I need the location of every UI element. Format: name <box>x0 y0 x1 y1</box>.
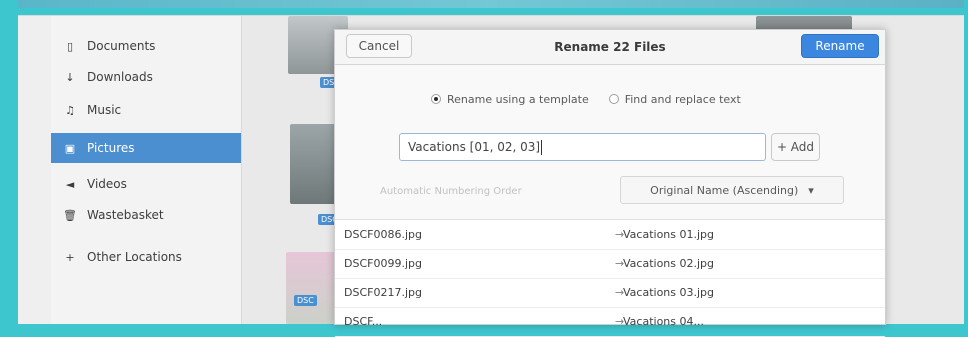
rename-button[interactable]: Rename <box>801 34 879 58</box>
sidebar-item-label: Wastebasket <box>87 208 164 222</box>
rename-preview-row[interactable]: DSCF0099.jpg → Vacations 02.jpg <box>335 249 885 279</box>
new-filename: Vacations 04... <box>623 315 704 328</box>
sidebar-item-label: Downloads <box>87 70 153 84</box>
chevron-down-icon: ▾ <box>808 183 814 197</box>
template-input[interactable]: Vacations [01, 02, 03] <box>399 133 766 161</box>
sidebar-item-pictures[interactable]: ▣ Pictures <box>51 133 241 163</box>
radio-selected-icon <box>431 94 441 104</box>
old-filename: DSCF0217.jpg <box>344 286 422 299</box>
radio-icon <box>608 94 619 104</box>
sidebar-item-documents[interactable]: ▯ Documents <box>51 31 241 61</box>
sidebar-item-wastebasket[interactable]: 🗑 Wastebasket <box>51 200 241 230</box>
rename-preview-row[interactable]: DSCF... → Vacations 04... <box>335 307 885 337</box>
sidebar-item-videos[interactable]: ◄ Videos <box>51 169 241 199</box>
download-icon: ↓ <box>65 70 75 84</box>
new-filename: Vacations 03.jpg <box>623 286 715 299</box>
replace-mode-option[interactable]: Find and replace text <box>608 92 741 106</box>
sidebar-item-music[interactable]: ♫ Music <box>51 95 241 125</box>
document-icon: ▯ <box>66 39 74 53</box>
old-filename: DSCF0099.jpg <box>344 257 422 270</box>
template-value: Vacations [01, 02, 03] <box>408 140 541 154</box>
thumbnail-caption: DSC <box>294 295 317 306</box>
add-token-button[interactable]: + Add <box>771 133 820 161</box>
sidebar-item-other-locations[interactable]: + Other Locations <box>51 242 241 272</box>
image-icon: ▣ <box>64 141 76 155</box>
old-filename: DSCF... <box>344 315 383 328</box>
rename-preview-row[interactable]: DSCF0217.jpg → Vacations 03.jpg <box>335 278 885 308</box>
new-filename: Vacations 02.jpg <box>623 257 715 270</box>
sidebar-item-label: Music <box>87 103 122 117</box>
plus-icon: + <box>65 250 75 264</box>
replace-mode-label: Find and replace text <box>624 92 741 106</box>
sidebar-item-label: Videos <box>87 177 127 191</box>
sidebar-item-label: Pictures <box>87 141 135 155</box>
sidebar-item-label: Other Locations <box>87 250 182 264</box>
sidebar-item-label: Documents <box>87 39 156 53</box>
text-cursor <box>541 139 543 155</box>
numbering-order-dropdown[interactable]: Original Name (Ascending) ▾ <box>620 176 844 204</box>
rename-preview-list: DSCF0086.jpg → Vacations 01.jpg DSCF0099… <box>335 220 885 337</box>
sort-order-value: Original Name (Ascending) <box>650 183 799 197</box>
new-filename: Vacations 01.jpg <box>623 228 715 241</box>
music-icon: ♫ <box>65 103 75 117</box>
template-mode-label: Rename using a template <box>447 92 589 106</box>
old-filename: DSCF0086.jpg <box>344 228 422 241</box>
rename-dialog: Cancel Rename 22 Files Rename Rename usi… <box>334 29 886 337</box>
sidebar: ▯ Documents ↓ Downloads ♫ Music ▣ Pictur… <box>51 16 242 324</box>
rename-preview-row[interactable]: DSCF0086.jpg → Vacations 01.jpg <box>335 220 885 250</box>
dialog-header: Cancel Rename 22 Files Rename <box>335 30 885 65</box>
video-icon: ◄ <box>65 177 75 191</box>
sidebar-item-downloads[interactable]: ↓ Downloads <box>51 62 241 92</box>
rename-mode-selector: Rename using a template Find and replace… <box>431 91 831 107</box>
trash-icon: 🗑 <box>63 208 77 222</box>
numbering-order-label: Automatic Numbering Order <box>380 186 522 197</box>
background-strip <box>18 0 964 8</box>
template-mode-option[interactable]: Rename using a template <box>431 93 589 106</box>
